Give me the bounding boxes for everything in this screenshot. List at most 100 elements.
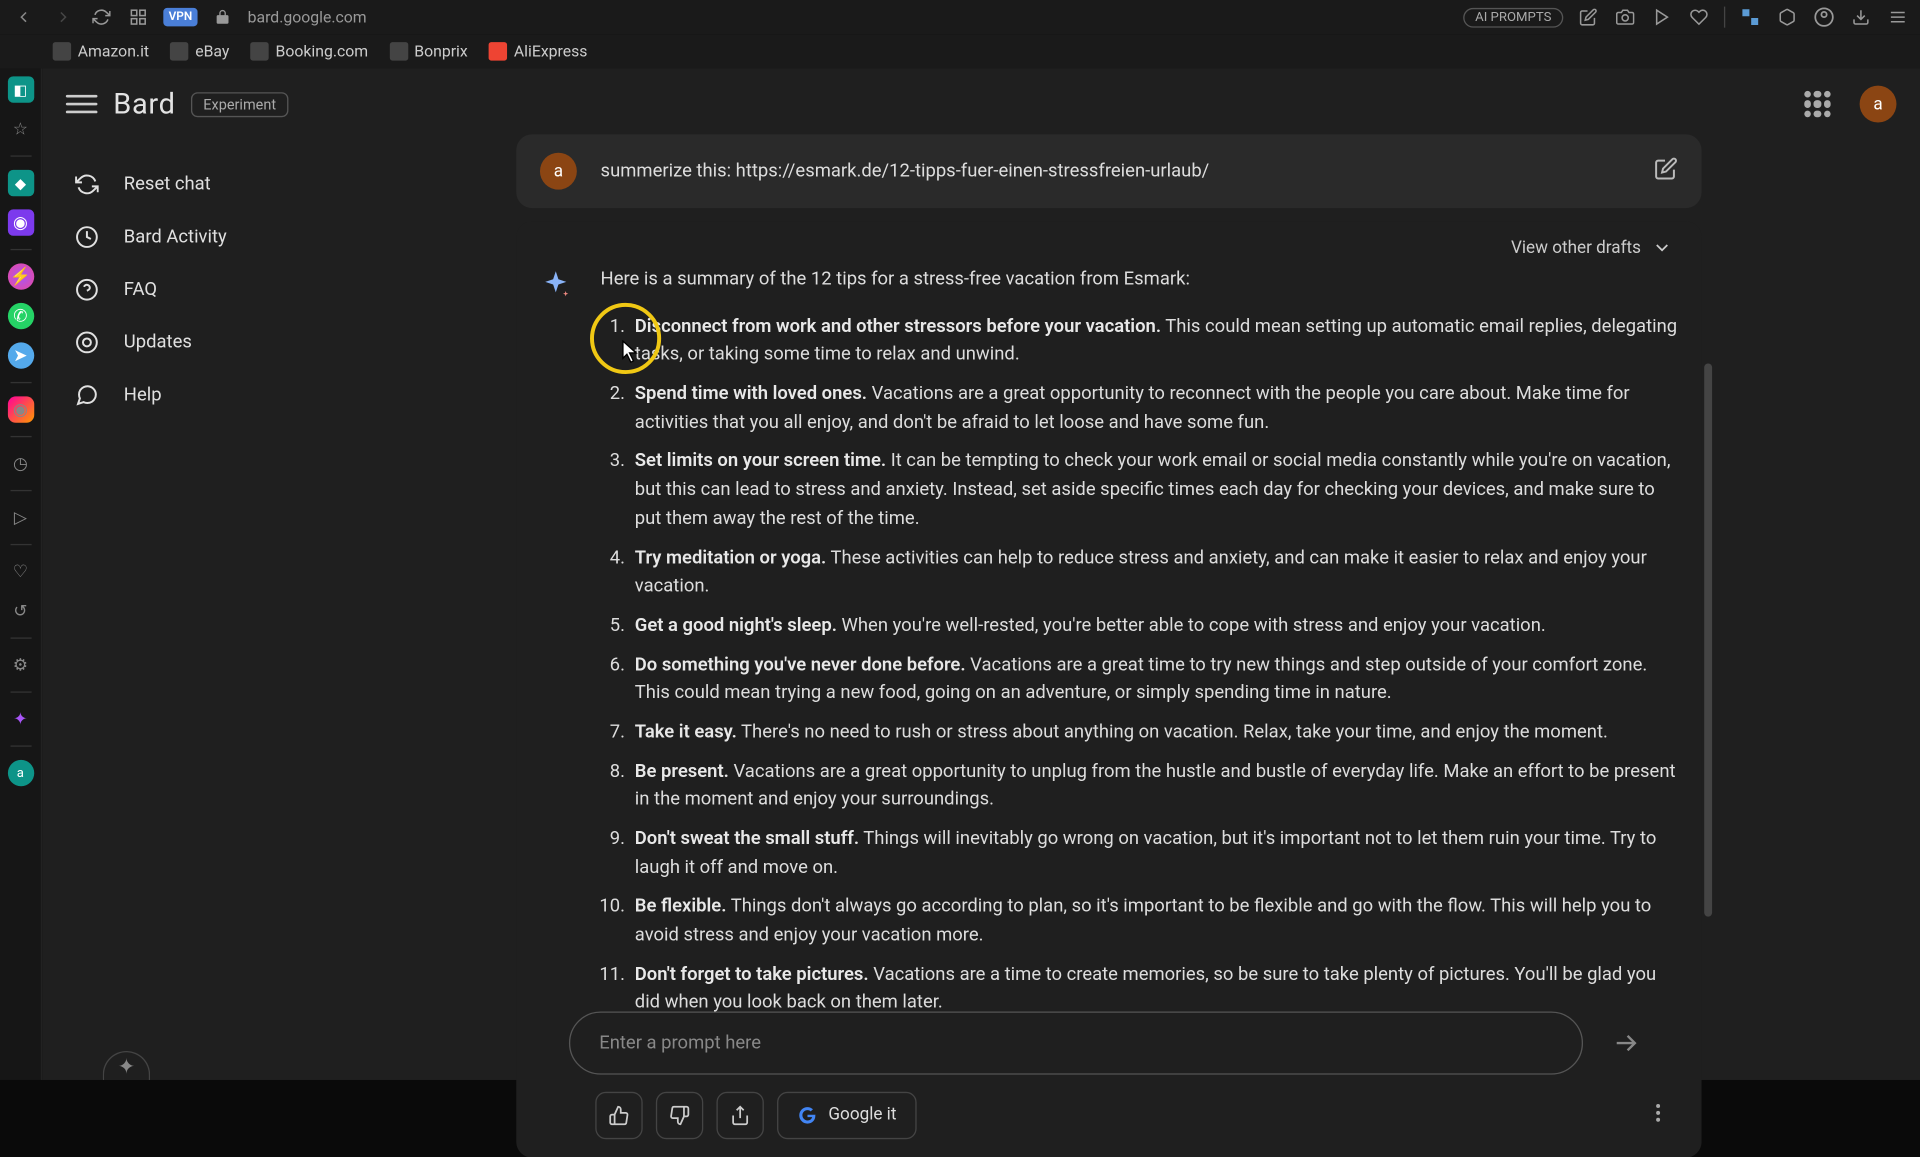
forward-button[interactable] xyxy=(50,4,76,30)
reset-icon xyxy=(74,171,100,197)
thumbs-up-button[interactable] xyxy=(595,1092,642,1139)
tip-item: Get a good night's sleep. When you're we… xyxy=(630,612,1678,641)
bard-app: Bard Experiment a Reset chat Bard Activi… xyxy=(42,68,1920,1079)
lock-icon xyxy=(211,5,235,29)
tip-item: Disconnect from work and other stressors… xyxy=(630,313,1678,370)
tip-item: Be present. Vacations are a great opport… xyxy=(630,758,1678,815)
more-options-button[interactable] xyxy=(1638,1093,1678,1138)
heart-sidebar-icon[interactable]: ♡ xyxy=(7,558,33,584)
chevron-down-icon xyxy=(1652,237,1673,258)
response-actions: Google it xyxy=(595,1092,1678,1139)
conversation-area: a summerize this: https://esmark.de/12-t… xyxy=(516,134,1701,1157)
prompt-input[interactable]: Enter a prompt here xyxy=(569,1011,1583,1074)
app-icon[interactable]: ◆ xyxy=(7,170,33,196)
sidebar-label: Bard Activity xyxy=(124,227,227,248)
history-icon[interactable]: ↺ xyxy=(7,598,33,624)
sidebar-label: Reset chat xyxy=(124,174,211,195)
view-drafts-button[interactable]: View other drafts xyxy=(540,221,1678,266)
menu-icon[interactable] xyxy=(1886,5,1910,29)
send-button[interactable] xyxy=(1601,1019,1648,1066)
messenger-icon[interactable]: ⚡ xyxy=(7,263,33,289)
browser-toolbar: VPN bard.google.com AI PROMPTS xyxy=(0,0,1920,34)
edit-prompt-button[interactable] xyxy=(1654,157,1678,186)
play-icon[interactable]: ▷ xyxy=(7,504,33,530)
play-next-icon[interactable] xyxy=(1650,5,1674,29)
clock-icon[interactable]: ◷ xyxy=(7,450,33,476)
bookmark-ebay[interactable]: eBay xyxy=(170,42,229,60)
sidebar-activity[interactable]: Bard Activity xyxy=(55,211,397,264)
bookmark-booking[interactable]: Booking.com xyxy=(250,42,368,60)
tip-item: Do something you've never done before. V… xyxy=(630,651,1678,708)
bookmark-label: eBay xyxy=(195,42,229,60)
bookmark-bonprix[interactable]: Bonprix xyxy=(389,42,468,60)
user-avatar-small: a xyxy=(540,153,577,190)
sidebar-reset-chat[interactable]: Reset chat xyxy=(55,158,397,211)
translate-icon[interactable] xyxy=(1738,5,1762,29)
sidebar-updates[interactable]: Updates xyxy=(55,316,397,369)
telegram-icon[interactable]: ➤ xyxy=(7,342,33,368)
sidebar-label: Updates xyxy=(124,332,192,353)
share-button[interactable] xyxy=(716,1092,763,1139)
download-icon[interactable] xyxy=(1849,5,1873,29)
google-apps-button[interactable] xyxy=(1804,91,1830,117)
tip-item: Don't sweat the small stuff. Things will… xyxy=(630,826,1678,883)
sidebar-faq[interactable]: FAQ xyxy=(55,263,397,316)
tip-item: Take it easy. There's no need to rush or… xyxy=(630,719,1678,748)
tip-item: Don't forget to take pictures. Vacations… xyxy=(630,961,1678,1018)
workspace-icon[interactable]: ◧ xyxy=(7,76,33,102)
response-intro: Here is a summary of the 12 tips for a s… xyxy=(601,266,1678,295)
bard-header: Bard Experiment a xyxy=(42,68,1920,139)
sidebar-label: FAQ xyxy=(124,279,157,300)
avatar-icon[interactable]: a xyxy=(7,760,33,786)
bookmark-label: Booking.com xyxy=(275,42,368,60)
user-prompt-text: summerize this: https://esmark.de/12-tip… xyxy=(601,161,1631,182)
profile-icon[interactable] xyxy=(1812,5,1836,29)
bookmark-aliexpress[interactable]: AliExpress xyxy=(489,42,588,60)
app-icon[interactable]: ◉ xyxy=(7,209,33,235)
scrollbar-thumb[interactable] xyxy=(1704,363,1712,916)
url-text[interactable]: bard.google.com xyxy=(248,8,367,26)
google-it-button[interactable]: Google it xyxy=(777,1092,916,1139)
user-avatar[interactable]: a xyxy=(1860,86,1897,123)
tabs-button[interactable] xyxy=(126,5,150,29)
hamburger-button[interactable] xyxy=(66,88,98,120)
star-icon[interactable]: ☆ xyxy=(7,116,33,142)
tip-item: Set limits on your screen time. It can b… xyxy=(630,448,1678,534)
camera-icon[interactable] xyxy=(1613,5,1637,29)
browser-vertical-sidebar: ◧ ☆ ◆ ◉ ⚡ ✆ ➤ ◉ ◷ ▷ ♡ ↺ ⚙ ✦ a xyxy=(0,68,42,1079)
bard-sidebar: Reset chat Bard Activity FAQ Updates Hel… xyxy=(42,140,411,1080)
back-button[interactable] xyxy=(11,4,37,30)
tip-item: Spend time with loved ones. Vacations ar… xyxy=(630,381,1678,438)
thumbs-down-button[interactable] xyxy=(656,1092,703,1139)
sidebar-label: Help xyxy=(124,385,162,406)
heart-icon[interactable] xyxy=(1687,5,1711,29)
help-icon xyxy=(74,382,100,408)
tip-item: Be flexible. Things don't always go acco… xyxy=(630,893,1678,950)
bard-title: Bard xyxy=(113,88,175,121)
box-icon[interactable] xyxy=(1775,5,1799,29)
sparkle-icon[interactable]: ✦ xyxy=(7,706,33,732)
whatsapp-icon[interactable]: ✆ xyxy=(7,303,33,329)
tip-item: Try meditation or yoga. These activities… xyxy=(630,545,1678,602)
prompt-input-area: Enter a prompt here xyxy=(569,1011,1649,1074)
bookmark-label: AliExpress xyxy=(514,42,588,60)
faq-icon xyxy=(74,277,100,303)
activity-icon xyxy=(74,224,100,250)
vpn-badge[interactable]: VPN xyxy=(163,8,197,26)
bookmarks-bar: Amazon.it eBay Booking.com Bonprix AliEx… xyxy=(0,34,1920,68)
bookmark-label: Bonprix xyxy=(414,42,468,60)
drafts-label: View other drafts xyxy=(1511,238,1641,258)
sidebar-help[interactable]: Help xyxy=(55,369,397,422)
reload-button[interactable] xyxy=(90,5,114,29)
google-logo-icon xyxy=(797,1105,818,1126)
bard-spark-icon xyxy=(540,269,577,306)
experiment-badge: Experiment xyxy=(191,92,288,117)
tips-list: Disconnect from work and other stressors… xyxy=(601,313,1678,1057)
google-it-label: Google it xyxy=(828,1105,896,1125)
user-prompt-row: a summerize this: https://esmark.de/12-t… xyxy=(516,134,1701,208)
ai-prompts-badge[interactable]: AI PROMPTS xyxy=(1463,7,1563,27)
gear-icon[interactable]: ⚙ xyxy=(7,652,33,678)
edit-icon[interactable] xyxy=(1576,5,1600,29)
instagram-icon[interactable]: ◉ xyxy=(7,396,33,422)
bookmark-amazon[interactable]: Amazon.it xyxy=(53,42,149,60)
